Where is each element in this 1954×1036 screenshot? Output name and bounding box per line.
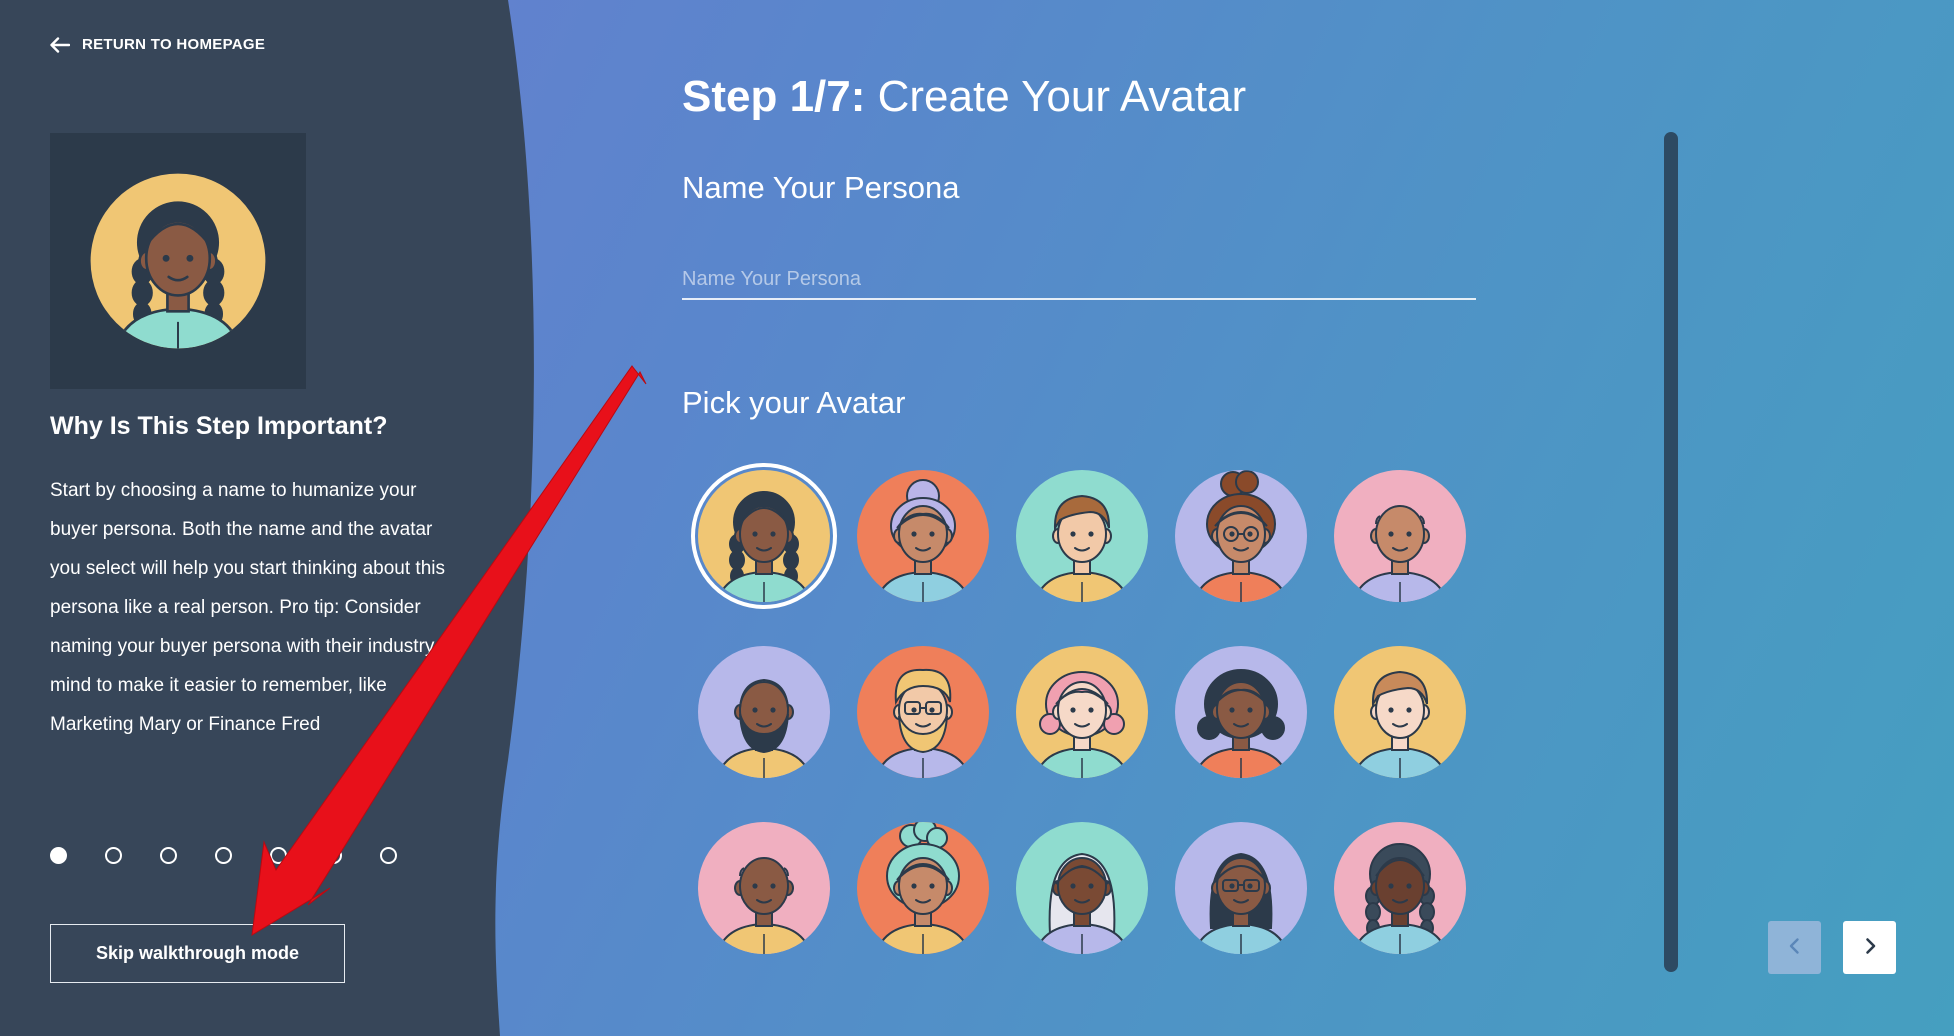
step-progress-dots xyxy=(50,847,397,864)
avatar-option-15[interactable] xyxy=(1326,814,1474,962)
return-link-label: RETURN TO HOMEPAGE xyxy=(82,36,266,53)
avatar-option-5[interactable] xyxy=(1326,462,1474,610)
why-important-text: Start by choosing a name to humanize you… xyxy=(50,480,455,735)
walkthrough-sidebar: RETURN TO HOMEPAGE Why Is This Step Impo… xyxy=(0,0,520,1036)
chevron-left-icon xyxy=(1786,937,1804,958)
avatar-option-6[interactable] xyxy=(690,638,838,786)
avatar-option-12[interactable] xyxy=(849,814,997,962)
avatar-icon xyxy=(857,646,989,778)
why-important-heading: Why Is This Step Important? xyxy=(50,412,388,440)
step-number: Step 1/7: xyxy=(682,72,866,121)
step-title-text: Create Your Avatar xyxy=(877,72,1247,121)
step-dot-3[interactable] xyxy=(160,847,177,864)
step-dot-1[interactable] xyxy=(50,847,67,864)
avatar-icon xyxy=(1016,646,1148,778)
avatar-icon xyxy=(698,822,830,954)
avatar-icon xyxy=(1016,822,1148,954)
avatar-option-9[interactable] xyxy=(1167,638,1315,786)
step-dot-4[interactable] xyxy=(215,847,232,864)
avatar-option-14[interactable] xyxy=(1167,814,1315,962)
step-dot-5[interactable] xyxy=(270,847,287,864)
avatar-icon xyxy=(857,470,989,602)
avatar-option-3[interactable] xyxy=(1008,462,1156,610)
avatar-icon xyxy=(857,822,989,954)
page-title: Step 1/7: Create Your Avatar xyxy=(682,72,1246,122)
chevron-right-icon xyxy=(1861,937,1879,958)
return-to-homepage-link[interactable]: RETURN TO HOMEPAGE xyxy=(50,36,265,53)
persona-name-input[interactable] xyxy=(682,260,1476,300)
avatar-icon xyxy=(1016,470,1148,602)
avatar-option-13[interactable] xyxy=(1008,814,1156,962)
avatar-option-2[interactable] xyxy=(849,462,997,610)
avatar-icon xyxy=(1175,822,1307,954)
avatar-picker-grid xyxy=(690,462,1470,962)
avatar-option-7[interactable] xyxy=(849,638,997,786)
avatar-option-11[interactable] xyxy=(690,814,838,962)
arrow-left-icon xyxy=(50,36,70,53)
avatar-icon xyxy=(1334,822,1466,954)
avatar-icon xyxy=(691,463,837,609)
step-dot-6[interactable] xyxy=(325,847,342,864)
skip-walkthrough-button[interactable]: Skip walkthrough mode xyxy=(50,924,345,983)
step-dot-2[interactable] xyxy=(105,847,122,864)
avatar-option-10[interactable] xyxy=(1326,638,1474,786)
previous-step-button[interactable] xyxy=(1768,921,1821,974)
next-step-button[interactable] xyxy=(1843,921,1896,974)
avatar-icon xyxy=(1334,646,1466,778)
avatar-icon xyxy=(1175,646,1307,778)
scrollbar[interactable] xyxy=(1664,132,1678,972)
name-persona-heading: Name Your Persona xyxy=(682,170,960,205)
avatar-icon xyxy=(1175,470,1307,602)
preview-avatar-icon xyxy=(90,173,266,349)
avatar-option-4[interactable] xyxy=(1167,462,1315,610)
step-dot-7[interactable] xyxy=(380,847,397,864)
avatar-icon xyxy=(698,646,830,778)
avatar-icon xyxy=(1334,470,1466,602)
avatar-option-8[interactable] xyxy=(1008,638,1156,786)
avatar-option-1[interactable] xyxy=(690,462,838,610)
selected-avatar-preview xyxy=(50,133,306,389)
pick-avatar-heading: Pick your Avatar xyxy=(682,385,906,420)
